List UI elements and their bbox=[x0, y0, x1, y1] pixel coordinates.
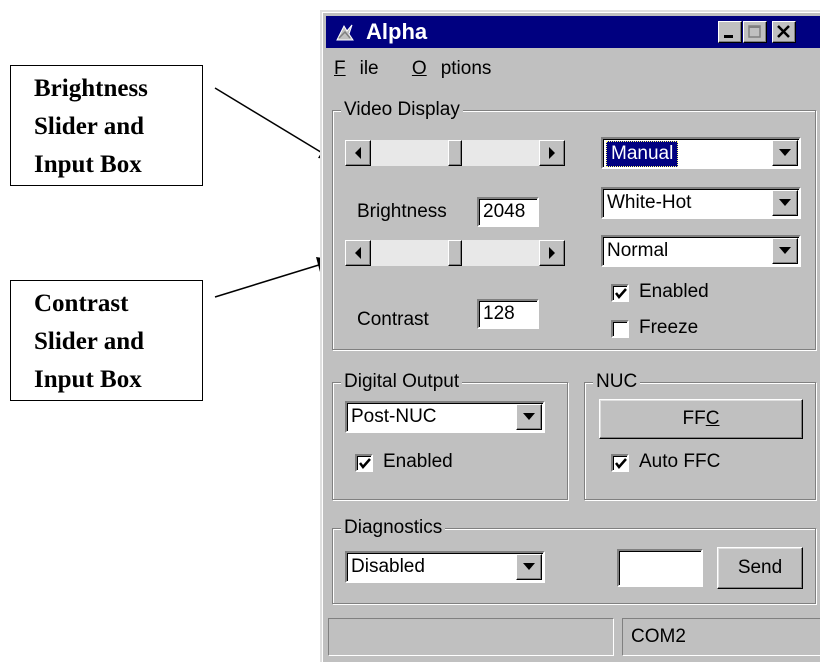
ffc-button-accel: C bbox=[705, 408, 720, 429]
mode-select[interactable]: Manual bbox=[601, 137, 801, 169]
scroll-right-button[interactable] bbox=[539, 140, 565, 166]
status-pane-port: COM2 bbox=[622, 618, 820, 656]
checkmark-icon bbox=[359, 458, 371, 469]
video-enabled-checkbox[interactable]: Enabled bbox=[611, 281, 761, 307]
freeze-label: Freeze bbox=[639, 317, 699, 338]
diagnostics-select[interactable]: Disabled bbox=[345, 551, 545, 583]
status-bar: COM2 bbox=[328, 618, 820, 660]
app-icon bbox=[336, 24, 354, 41]
chevron-down-icon bbox=[523, 413, 535, 420]
left-arrow-icon bbox=[355, 147, 361, 159]
send-button[interactable]: Send bbox=[717, 547, 803, 589]
polarity-select-value: White-Hot bbox=[607, 192, 692, 213]
left-arrow-icon bbox=[355, 247, 361, 259]
video-enabled-label: Enabled bbox=[639, 281, 709, 302]
checkbox-box bbox=[611, 454, 629, 472]
slider-thumb[interactable] bbox=[448, 140, 462, 166]
menu-options[interactable]: Options bbox=[412, 58, 505, 79]
digital-output-select[interactable]: Post-NUC bbox=[345, 401, 545, 433]
nuc-label: NUC bbox=[593, 370, 641, 394]
maximize-icon bbox=[748, 25, 761, 38]
scroll-left-button[interactable] bbox=[345, 140, 371, 166]
checkbox-box bbox=[611, 284, 629, 302]
digital-output-label: Digital Output bbox=[341, 370, 463, 394]
dropdown-button[interactable] bbox=[772, 190, 798, 216]
digital-output-group: Digital Output Post-NUC Enabled bbox=[332, 370, 568, 500]
ffc-button[interactable]: FF C bbox=[599, 399, 803, 439]
chevron-down-icon bbox=[779, 149, 791, 156]
minimize-button[interactable] bbox=[718, 21, 742, 43]
send-button-label: Send bbox=[737, 557, 783, 578]
window-title: Alpha bbox=[366, 19, 428, 44]
scroll-left-button[interactable] bbox=[345, 240, 371, 266]
diagnostics-group: Diagnostics Disabled Send bbox=[332, 516, 816, 604]
chevron-down-icon bbox=[779, 199, 791, 206]
video-display-label: Video Display bbox=[341, 98, 463, 122]
orientation-select-value: Normal bbox=[607, 240, 669, 261]
checkbox-box bbox=[611, 320, 629, 338]
maximize-button[interactable] bbox=[743, 21, 767, 43]
diagnostics-select-value: Disabled bbox=[351, 556, 425, 577]
status-pane-main bbox=[328, 618, 614, 656]
right-arrow-icon bbox=[549, 147, 555, 159]
nuc-group: NUC FF C Auto FFC bbox=[584, 370, 816, 500]
brightness-slider[interactable] bbox=[345, 140, 565, 166]
close-icon bbox=[777, 25, 790, 38]
checkbox-box bbox=[355, 454, 373, 472]
slider-thumb[interactable] bbox=[448, 240, 462, 266]
brightness-label: Brightness bbox=[357, 201, 447, 222]
menu-file[interactable]: File bbox=[334, 58, 393, 79]
video-display-group: Video Display Brightness 2048 Contrast 1… bbox=[332, 98, 816, 350]
digital-output-select-value: Post-NUC bbox=[351, 406, 437, 427]
right-arrow-icon bbox=[549, 247, 555, 259]
mode-select-value: Manual bbox=[606, 141, 679, 167]
menu-options-rest: ptions bbox=[440, 58, 492, 79]
digital-enabled-label: Enabled bbox=[383, 451, 453, 472]
orientation-select[interactable]: Normal bbox=[601, 235, 801, 267]
auto-ffc-label: Auto FFC bbox=[639, 451, 721, 472]
close-button[interactable] bbox=[772, 21, 796, 43]
checkmark-icon bbox=[615, 458, 627, 469]
menu-file-accel: F bbox=[334, 58, 346, 79]
dropdown-button[interactable] bbox=[516, 554, 542, 580]
dropdown-button[interactable] bbox=[772, 238, 798, 264]
contrast-input[interactable]: 128 bbox=[477, 299, 539, 329]
chevron-down-icon bbox=[523, 563, 535, 570]
title-bar[interactable]: Alpha bbox=[326, 16, 820, 48]
brightness-input[interactable]: 2048 bbox=[477, 197, 539, 227]
auto-ffc-checkbox[interactable]: Auto FFC bbox=[611, 451, 761, 477]
alpha-window: Alpha File Options Video Display Brightn… bbox=[320, 10, 820, 662]
polarity-select[interactable]: White-Hot bbox=[601, 187, 801, 219]
menu-file-rest: ile bbox=[359, 58, 379, 79]
dropdown-button[interactable] bbox=[772, 140, 798, 166]
contrast-slider[interactable] bbox=[345, 240, 565, 266]
digital-enabled-checkbox[interactable]: Enabled bbox=[355, 451, 505, 477]
diagnostics-input[interactable] bbox=[617, 549, 703, 587]
brightness-arrow-line bbox=[214, 87, 325, 155]
contrast-label: Contrast bbox=[357, 309, 429, 330]
menu-options-accel: O bbox=[411, 58, 427, 79]
scroll-right-button[interactable] bbox=[539, 240, 565, 266]
menu-bar: File Options bbox=[334, 58, 519, 86]
ffc-button-label: FF bbox=[682, 408, 706, 429]
checkmark-icon bbox=[615, 288, 627, 299]
contrast-arrow-line bbox=[214, 263, 323, 298]
dropdown-button[interactable] bbox=[516, 404, 542, 430]
minimize-icon bbox=[724, 35, 733, 38]
freeze-checkbox[interactable]: Freeze bbox=[611, 317, 761, 343]
chevron-down-icon bbox=[779, 247, 791, 254]
diagnostics-label: Diagnostics bbox=[341, 516, 446, 540]
